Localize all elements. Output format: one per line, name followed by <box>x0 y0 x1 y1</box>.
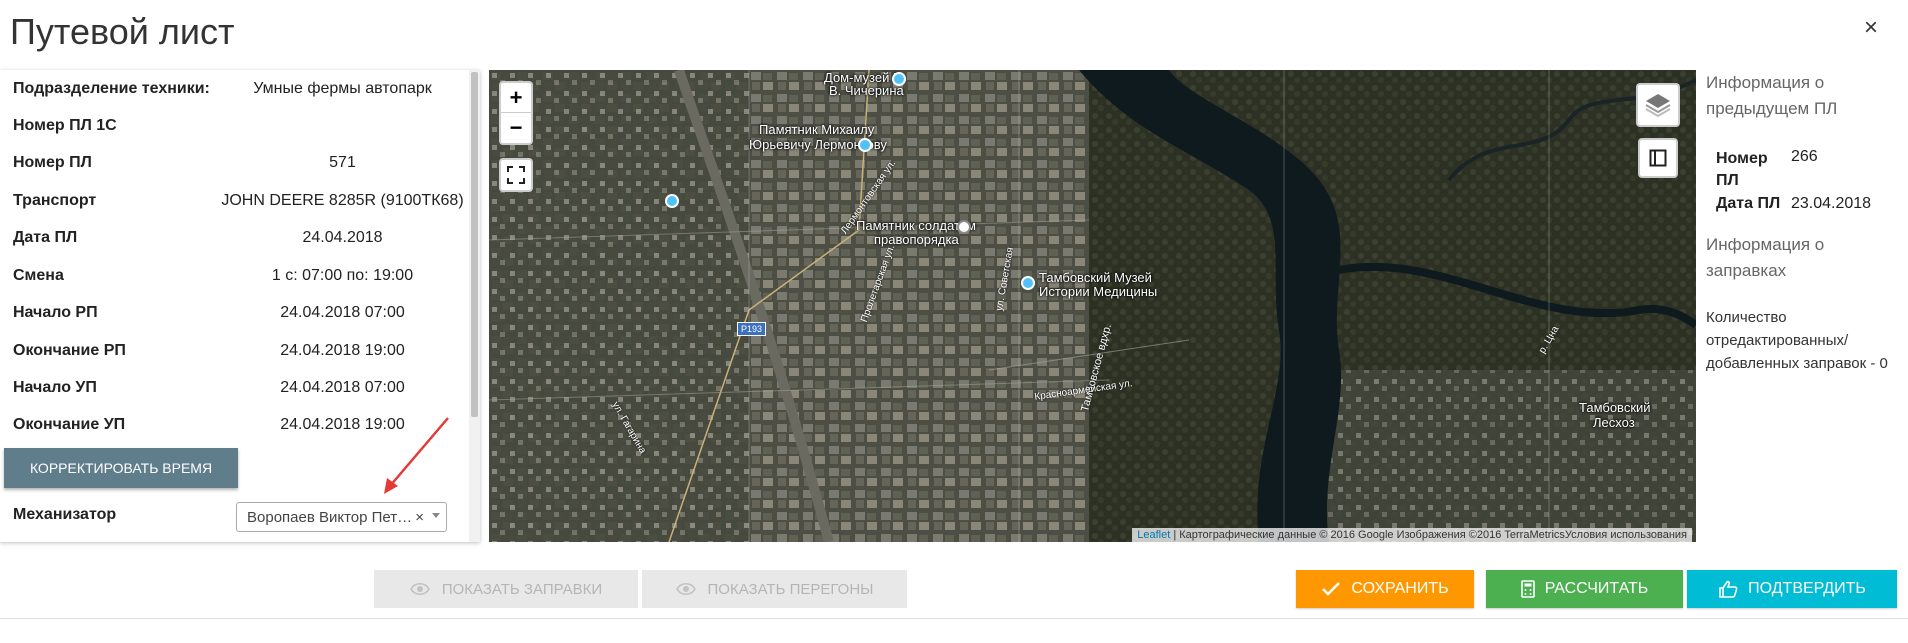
attribution-text: | Картографические данные © 2016 Google … <box>1173 529 1687 541</box>
detail-label: Начало РП <box>13 303 98 321</box>
fullscreen-icon[interactable] <box>499 158 533 192</box>
detail-label: Дата ПЛ <box>13 228 78 246</box>
layers-icon[interactable] <box>1636 83 1680 127</box>
arrow-annotation <box>384 417 449 494</box>
show-routes-label: ПОКАЗАТЬ ПЕРЕГОНЫ <box>707 580 874 598</box>
detail-value: 571 <box>329 153 356 171</box>
save-label: СОХРАНИТЬ <box>1351 580 1449 597</box>
detail-label: Номер ПЛ <box>13 153 92 171</box>
leaflet-link[interactable]: Leaflet <box>1137 529 1170 541</box>
satellite-imagery <box>489 70 1696 542</box>
eye-icon <box>675 582 696 596</box>
clear-icon[interactable]: × <box>415 509 424 526</box>
check-icon <box>1322 582 1341 596</box>
modal-title: Путевой лист <box>10 11 235 52</box>
map-label: Истории Медицины <box>1039 284 1158 299</box>
detail-label: Подразделение техники: <box>13 79 210 97</box>
mechanic-select[interactable]: Воропаев Виктор Петрович × <box>236 502 447 532</box>
detail-label: Окончание УП <box>13 415 126 433</box>
museum-pin-icon <box>1021 276 1035 290</box>
map-label: Тамбовский Музей <box>1039 270 1152 285</box>
bus-stop-icon <box>665 194 679 208</box>
detail-value: Умные фермы автопарк <box>253 79 432 97</box>
chevron-down-icon[interactable] <box>432 513 440 518</box>
correct-time-button[interactable]: КОРРЕКТИРОВАТЬ ВРЕМЯ <box>4 448 238 488</box>
detail-value: 24.04.2018 07:00 <box>280 378 405 396</box>
map-label: Памятник Михаилу <box>759 122 875 137</box>
route-badge: Р193 <box>737 322 767 336</box>
panel-toggle-icon[interactable] <box>1638 138 1678 178</box>
calculate-label: РАССЧИТАТЬ <box>1544 580 1649 597</box>
modal-footer <box>0 618 1908 643</box>
save-button[interactable]: СОХРАНИТЬ <box>1296 570 1474 608</box>
show-fuel-button[interactable]: ПОКАЗАТЬ ЗАПРАВКИ <box>374 570 638 608</box>
map-label: В. Чичерина <box>829 83 904 98</box>
detail-row-shift: Смена 1 с: 07:00 по: 19:00 <box>0 257 465 294</box>
map-label: Тамбовский <box>1579 400 1651 415</box>
show-fuel-label: ПОКАЗАТЬ ЗАПРАВКИ <box>441 580 603 598</box>
prev-pl-number-value: 266 <box>1791 148 1818 165</box>
detail-value: JOHN DEERE 8285R (9100ТК68) <box>221 191 464 209</box>
museum-pin-icon <box>892 72 906 86</box>
detail-row-pl1c: Номер ПЛ 1С <box>0 107 465 144</box>
monument-pin-icon <box>957 220 971 234</box>
zoom-in-button[interactable]: + <box>501 83 531 113</box>
map-attribution: Leaflet | Картографические данные © 2016… <box>1132 528 1692 542</box>
confirm-button[interactable]: ПОДТВЕРДИТЬ <box>1687 570 1897 608</box>
zoom-control[interactable]: + − <box>499 81 533 145</box>
monument-pin-icon <box>858 138 872 152</box>
details-panel: Подразделение техники: Умные фермы автоп… <box>0 70 480 542</box>
detail-row-up-start: Начало УП 24.04.2018 07:00 <box>0 369 465 406</box>
mechanic-selected: Воропаев Виктор Петрович <box>247 508 415 526</box>
detail-row-division: Подразделение техники: Умные фермы автоп… <box>0 70 465 107</box>
panel-scrollbar[interactable] <box>469 70 480 542</box>
show-routes-button[interactable]: ПОКАЗАТЬ ПЕРЕГОНЫ <box>642 570 907 608</box>
prev-pl-date-value: 23.04.2018 <box>1791 195 1872 212</box>
detail-value: 24.04.2018 <box>302 228 383 246</box>
detail-value: 24.04.2018 07:00 <box>280 303 405 321</box>
mechanic-label: Механизатор <box>13 506 117 523</box>
detail-label: Транспорт <box>13 191 97 209</box>
prev-pl-heading: Информация о предыдущем ПЛ <box>1706 73 1838 118</box>
detail-row-rp-start: Начало РП 24.04.2018 07:00 <box>0 294 465 331</box>
zoom-out-button[interactable]: − <box>501 113 531 143</box>
detail-row-date: Дата ПЛ 24.04.2018 <box>0 219 465 256</box>
fuel-info-heading: Информация о заправках <box>1706 235 1825 280</box>
map-view[interactable]: + − Дом-музей Г. В. Чичерина Памятник Ми… <box>489 70 1696 542</box>
detail-value: 24.04.2018 19:00 <box>280 341 405 359</box>
detail-label: Смена <box>13 266 64 284</box>
detail-value: 1 с: 07:00 по: 19:00 <box>271 266 414 284</box>
scrollbar-thumb[interactable] <box>471 72 478 417</box>
detail-label: Номер ПЛ 1С <box>13 116 117 134</box>
detail-row-pl-number: Номер ПЛ 571 <box>0 144 465 181</box>
detail-label: Окончание РП <box>13 341 126 359</box>
edited-fuel-count: Количество отредактированных/ добавленны… <box>1706 309 1888 372</box>
map-label: Лесхоз <box>1593 415 1635 430</box>
confirm-label: ПОДТВЕРДИТЬ <box>1748 580 1866 597</box>
thumbs-up-icon <box>1719 580 1738 598</box>
close-icon[interactable]: × <box>1864 14 1878 42</box>
calculate-button[interactable]: РАССЧИТАТЬ <box>1486 570 1683 608</box>
detail-row-rp-end: Окончание РП 24.04.2018 19:00 <box>0 332 465 369</box>
calculator-icon <box>1520 580 1535 598</box>
detail-row-transport: Транспорт JOHN DEERE 8285R (9100ТК68) <box>0 182 465 219</box>
detail-label: Начало УП <box>13 378 97 396</box>
eye-icon <box>409 582 430 596</box>
prev-pl-number-label: Номер ПЛ <box>1716 150 1768 189</box>
prev-pl-date-label: Дата ПЛ <box>1716 195 1781 212</box>
